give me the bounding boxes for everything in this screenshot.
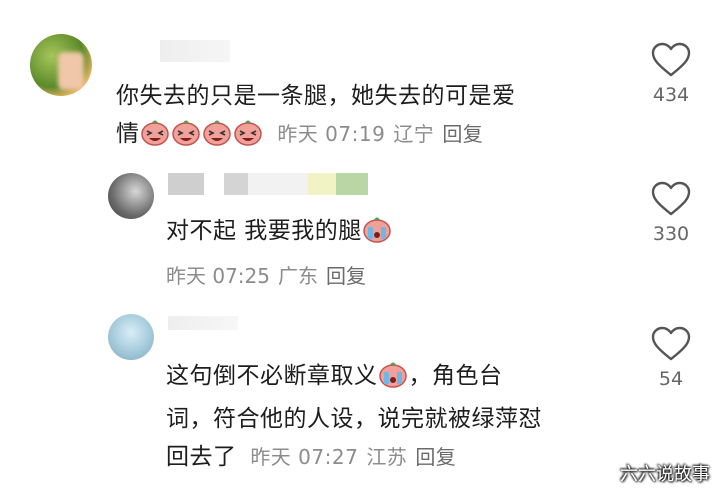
like-count: 54 bbox=[658, 368, 684, 390]
comment-text: 对不起 我要我的腿 bbox=[166, 212, 606, 255]
crying-face-emoji bbox=[362, 215, 392, 255]
comment-location: 广东 bbox=[278, 264, 318, 288]
like-button[interactable]: 54 bbox=[641, 326, 701, 390]
laughing-face-emoji bbox=[171, 118, 201, 158]
heart-outline-icon bbox=[651, 326, 691, 361]
username-blurred[interactable] bbox=[168, 316, 238, 330]
watermark: 六六说故事 bbox=[620, 464, 710, 485]
comment-item: 这句倒不必断章取义 ，角色台 词，符合他的人设，说完就被绿萍怼 回去了 昨天 0… bbox=[0, 310, 720, 492]
laughing-face-emoji bbox=[140, 118, 170, 158]
avatar[interactable] bbox=[108, 173, 154, 219]
username-blurred[interactable] bbox=[168, 173, 368, 195]
comment-item: 对不起 我要我的腿 昨天 07:25 广东 回复 330 bbox=[0, 165, 720, 310]
reply-button[interactable]: 回复 bbox=[442, 122, 483, 146]
like-button[interactable]: 434 bbox=[641, 42, 701, 106]
avatar[interactable] bbox=[108, 314, 154, 360]
comment-time: 昨天 07:19 bbox=[277, 122, 386, 146]
comment-text: 这句倒不必断章取义 ，角色台 词，符合他的人设，说完就被绿萍怼 回去了 昨天 0… bbox=[166, 357, 626, 476]
laughing-face-emoji bbox=[233, 118, 263, 158]
comment-time: 昨天 07:25 bbox=[166, 264, 270, 288]
comment-text: 你失去的只是一条腿，她失去的可是爱 情 昨天 07:19 辽宁 回复 bbox=[116, 77, 616, 158]
heart-outline-icon bbox=[651, 181, 691, 216]
avatar[interactable] bbox=[30, 34, 92, 96]
comment-item: 你失去的只是一条腿，她失去的可是爱 情 昨天 07:19 辽宁 回复 434 bbox=[0, 0, 720, 165]
heart-outline-icon bbox=[651, 42, 691, 77]
laughing-face-emoji bbox=[202, 118, 232, 158]
like-button[interactable]: 330 bbox=[641, 181, 701, 245]
reply-button[interactable]: 回复 bbox=[326, 264, 366, 288]
comment-location: 辽宁 bbox=[393, 122, 435, 146]
crying-face-emoji bbox=[378, 360, 408, 400]
like-count: 330 bbox=[652, 223, 690, 245]
reply-button[interactable]: 回复 bbox=[415, 445, 456, 469]
like-count: 434 bbox=[652, 84, 690, 106]
comment-location: 江苏 bbox=[366, 445, 408, 469]
username-blurred[interactable] bbox=[160, 40, 230, 62]
comment-time: 昨天 07:27 bbox=[250, 445, 359, 469]
